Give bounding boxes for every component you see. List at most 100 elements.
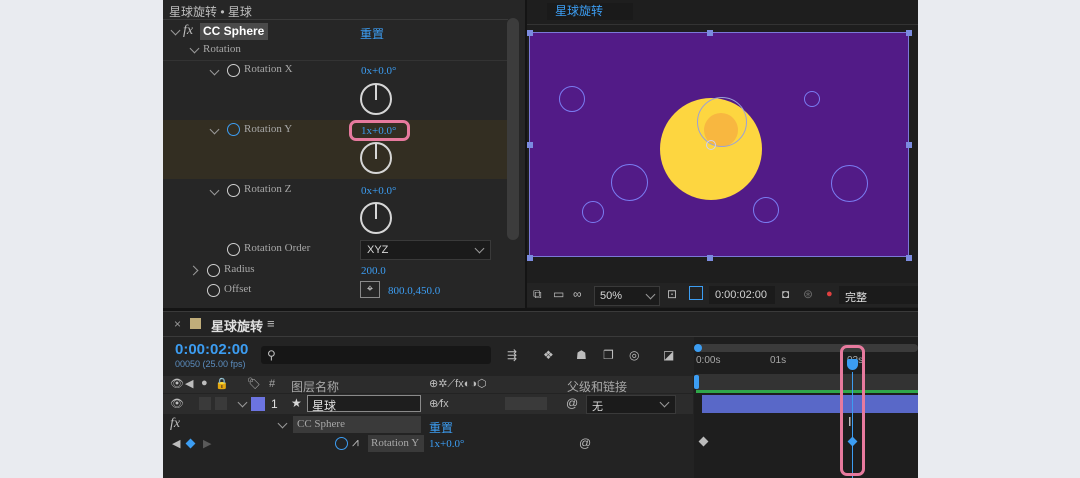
expand-chevron-icon[interactable]: [209, 65, 220, 76]
time-graph[interactable]: 0:00s 01s 02s I: [694, 337, 918, 478]
transform-handle[interactable]: [527, 30, 533, 36]
transparency-grid-icon[interactable]: [689, 286, 703, 300]
stopwatch-icon[interactable]: [227, 64, 240, 77]
stopwatch-icon[interactable]: [207, 284, 220, 297]
rotation-z-value[interactable]: 0x+0.0°: [361, 185, 396, 197]
playhead-highlight-box: [840, 345, 865, 476]
layer-search-input[interactable]: ⚲: [261, 346, 491, 364]
color-channels-icon[interactable]: ●: [826, 288, 833, 300]
bubble: [753, 197, 779, 223]
rotation-x-value[interactable]: 0x+0.0°: [361, 65, 396, 77]
effect-name[interactable]: CC Sphere: [200, 23, 268, 40]
transform-handle[interactable]: [906, 255, 912, 261]
column-layer-name[interactable]: 图层名称: [291, 378, 339, 395]
motion-blur-icon[interactable]: ◎: [629, 348, 639, 362]
rotation-z-dial[interactable]: [360, 202, 392, 234]
lock-icon[interactable]: 🔒: [215, 377, 229, 390]
eye-icon[interactable]: 👁: [170, 397, 184, 410]
switch-cells[interactable]: [505, 397, 547, 410]
snapshot-camera-icon[interactable]: ◘: [782, 287, 789, 301]
transform-handle[interactable]: [527, 142, 533, 148]
always-preview-icon[interactable]: ⧉: [533, 287, 542, 302]
effect-header-row[interactable]: fx CC Sphere 重置: [163, 22, 508, 42]
property-row[interactable]: ◀ ▶ ⩘ Rotation Y 1x+0.0° @: [163, 434, 693, 454]
stopwatch-active-icon[interactable]: [227, 123, 240, 136]
stopwatch-active-icon[interactable]: [335, 437, 348, 450]
expression-pickwhip-icon[interactable]: @: [579, 436, 591, 450]
prev-keyframe-icon[interactable]: ◀: [172, 437, 180, 450]
lock-toggle[interactable]: [215, 397, 227, 410]
eye-icon[interactable]: 👁: [170, 377, 184, 390]
frame-blending-icon[interactable]: ❐: [603, 348, 614, 362]
panel-menu-icon[interactable]: ≡: [267, 316, 275, 331]
reset-link[interactable]: 重置: [360, 25, 384, 42]
current-time-display[interactable]: 0:00:02:00: [709, 286, 775, 304]
layer-name-field[interactable]: 星球: [307, 395, 421, 413]
solo-icon[interactable]: ●: [201, 377, 208, 389]
resolution-select[interactable]: 完整: [839, 286, 918, 304]
keyframe-start[interactable]: [698, 436, 709, 447]
property-value[interactable]: 1x+0.0°: [429, 438, 464, 450]
solo-toggle[interactable]: [199, 397, 211, 410]
effect-controls-scrollbar[interactable]: [507, 18, 519, 240]
mask-visibility-icon[interactable]: ∞: [573, 287, 582, 301]
layer-switches-icon[interactable]: ⊕⁄fx: [429, 397, 449, 410]
rotation-order-select[interactable]: XYZ: [360, 240, 491, 260]
switches-icon[interactable]: ⊕✲⟋fx◐◑⬡: [429, 377, 487, 391]
expand-chevron-icon[interactable]: [170, 25, 181, 36]
fx-icon[interactable]: fx: [170, 416, 180, 432]
expand-chevron-icon[interactable]: [277, 418, 288, 429]
pickwhip-icon[interactable]: @: [566, 396, 578, 410]
radius-value[interactable]: 200.0: [361, 265, 386, 277]
column-parent[interactable]: 父级和链接: [567, 378, 627, 395]
rotation-group-row[interactable]: Rotation: [163, 41, 508, 61]
expand-chevron-icon[interactable]: [237, 397, 248, 408]
show-snapshot-icon[interactable]: ⊛: [803, 287, 813, 301]
stopwatch-icon[interactable]: [227, 243, 240, 256]
transform-handle[interactable]: [707, 30, 713, 36]
work-area-bar[interactable]: [697, 344, 918, 352]
expand-chevron-icon[interactable]: [189, 43, 200, 54]
label-tag-icon[interactable]: 🏷: [247, 377, 261, 390]
transform-handle[interactable]: [906, 30, 912, 36]
offset-value[interactable]: 800.0,450.0: [388, 285, 440, 297]
graph-icon[interactable]: ⩘: [352, 435, 359, 450]
parent-select[interactable]: 无: [586, 395, 676, 414]
timeline-timecode[interactable]: 0:00:02:00: [175, 341, 248, 358]
timeline-comp-name[interactable]: 星球旋转: [211, 316, 263, 335]
transform-handle[interactable]: [527, 255, 533, 261]
audio-icon[interactable]: ◀: [185, 377, 193, 390]
layer-duration-bar[interactable]: [702, 395, 918, 413]
zoom-select[interactable]: 50%: [594, 286, 660, 306]
work-area-start-handle[interactable]: [694, 344, 702, 352]
layer-row[interactable]: 👁 1 ★ 星球 ⊕⁄fx @ 无: [163, 394, 693, 414]
region-of-interest-icon[interactable]: ⊡: [667, 287, 677, 301]
crosshair-icon[interactable]: ⌖: [360, 281, 380, 298]
rotation-y-value[interactable]: 1x+0.0°: [361, 125, 396, 137]
comp-mini-flowchart-icon[interactable]: ⇶: [507, 348, 517, 362]
layer-color-label[interactable]: [251, 397, 265, 411]
expand-chevron-icon[interactable]: [209, 124, 220, 135]
composition-tab[interactable]: 星球旋转: [547, 3, 633, 20]
close-tab-icon[interactable]: ×: [174, 317, 181, 331]
collapsed-chevron-icon[interactable]: [188, 265, 199, 276]
shy-layers-icon[interactable]: ☗: [576, 348, 587, 362]
effect-name[interactable]: CC Sphere: [293, 416, 421, 433]
fx-icon[interactable]: fx: [183, 23, 193, 39]
next-keyframe-icon[interactable]: ▶: [203, 437, 211, 450]
draft-3d-icon[interactable]: ❖: [543, 348, 554, 362]
stopwatch-icon[interactable]: [207, 264, 220, 277]
expand-chevron-icon[interactable]: [209, 185, 220, 196]
rotation-y-dial[interactable]: [360, 142, 392, 174]
monitor-icon[interactable]: ▭: [553, 287, 564, 301]
keyframe-toggle-icon[interactable]: [185, 438, 196, 449]
composition-canvas[interactable]: [527, 30, 912, 261]
rotation-x-dial[interactable]: [360, 83, 392, 115]
anchor-point-icon[interactable]: [706, 140, 716, 150]
graph-editor-icon[interactable]: ◪: [663, 348, 674, 362]
stopwatch-icon[interactable]: [227, 184, 240, 197]
transform-handle[interactable]: [906, 142, 912, 148]
in-point-marker[interactable]: [694, 375, 699, 389]
effect-row[interactable]: fx CC Sphere 重置: [163, 415, 693, 435]
transform-handle[interactable]: [707, 255, 713, 261]
